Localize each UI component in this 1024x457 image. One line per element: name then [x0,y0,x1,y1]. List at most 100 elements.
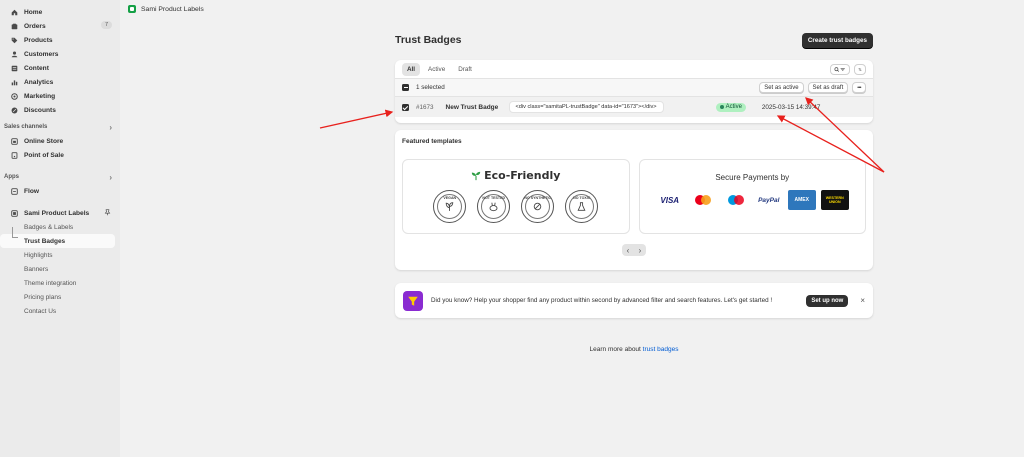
sub-badges-labels-label: Badges & Labels [24,223,74,231]
nav-products[interactable]: Products [0,33,120,47]
badges-list-card: All Active Draft 1 selected Set as activ… [395,60,873,123]
eco-title: Eco-Friendly [471,169,560,182]
pin-icon[interactable] [104,209,111,218]
nav-discounts[interactable]: Discounts [0,103,120,117]
apps-label: Apps [4,174,19,180]
status-label: Active [725,104,742,110]
nav-point-of-sale[interactable]: Point of Sale [0,148,120,162]
embed-code-chip[interactable]: <div class="samitaPL-trustBadge" data-id… [508,101,664,113]
nav-analytics[interactable]: Analytics [0,75,120,89]
western-union-icon: WESTERN UNION [820,190,849,210]
leaf-icon [446,202,454,211]
sales-channels-header[interactable]: Sales channels › [0,120,120,134]
search-filter-button[interactable] [830,63,850,75]
table-row[interactable]: #1673 New Trust Badge <div class="samita… [395,97,873,117]
sub-theme-integration[interactable]: Theme integration [0,276,120,290]
sub-banners[interactable]: Banners [0,262,120,276]
sub-contact-us[interactable]: Contact Us [0,304,120,318]
nav-marketing-label: Marketing [24,92,56,100]
orders-icon [10,22,18,30]
nav-sami-product-labels[interactable]: Sami Product Labels [0,206,120,220]
set-as-draft-button[interactable]: Set as draft [807,82,849,93]
molecule-icon [534,202,542,211]
template-carousel: Eco-Friendly VEGAN NOT TESTED NO SYNTHET… [402,159,866,234]
nav-flow[interactable]: Flow [0,184,120,198]
eco-badges: VEGAN NOT TESTED NO SYNTHETIC NO TOXIC [433,190,599,223]
nav-home-label: Home [24,8,43,16]
sub-banners-label: Banners [24,265,49,273]
set-up-now-button[interactable]: Set up now [806,294,849,307]
main-content: Trust Badges Create trust badges All Act… [395,30,873,353]
tab-all[interactable]: All [402,62,421,76]
list-tools [830,63,866,75]
tab-active[interactable]: Active [423,63,450,76]
nav-home[interactable]: Home [0,5,120,19]
template-secure-payments[interactable]: Secure Payments by VISA PayPal AMEX WEST… [638,159,866,234]
close-icon[interactable]: × [860,296,865,305]
amex-icon: AMEX [787,190,816,210]
sub-trust-badges[interactable]: Trust Badges [0,227,115,248]
paypal-icon: PayPal [758,196,780,204]
person-icon [10,50,18,58]
payment-logos: VISA PayPal AMEX WESTERN UNION [656,190,849,210]
featured-templates-card: Featured templates Eco-Friendly VEGAN NO… [395,130,873,270]
page-header: Trust Badges Create trust badges [395,30,873,50]
learn-more: Learn more about trust badges [395,346,873,353]
nav-analytics-label: Analytics [24,78,54,86]
row-checkbox[interactable] [402,103,409,111]
sort-button[interactable] [854,63,866,75]
nav-content[interactable]: Content [0,61,120,75]
nav-customers[interactable]: Customers [0,47,120,61]
nav-orders[interactable]: Orders 7 [0,19,120,33]
arrow-to-checkbox [319,109,394,129]
vegan-badge: VEGAN [433,190,467,223]
nav-app-name-label: Sami Product Labels [24,209,90,217]
app-icon [10,209,18,217]
chevron-right-icon: › [109,122,112,132]
vegan-badge-label: VEGAN [443,196,457,200]
nav-orders-label: Orders [24,22,46,30]
no-toxic-badge-label: NO TOXIC [573,196,591,200]
mastercard-icon [689,190,717,210]
chevron-right-icon: › [109,172,112,182]
more-actions-button[interactable]: ••• [852,82,866,93]
nav-marketing[interactable]: Marketing [0,89,120,103]
flask-icon [577,202,586,211]
sub-pricing-plans[interactable]: Pricing plans [0,290,120,304]
maestro-icon [722,190,750,210]
tip-text: Did you know? Help your shopper find any… [431,297,773,304]
flow-icon [10,187,18,195]
no-toxic-badge: NO TOXIC [565,190,599,223]
sub-badges-labels[interactable]: Badges & Labels [0,220,120,234]
trust-badges-link[interactable]: trust badges [643,346,679,353]
chevron-left-icon[interactable]: ‹ [622,244,634,256]
chevron-right-icon[interactable]: › [634,244,646,256]
no-synthetic-badge-label: NO SYNTHETIC [524,196,552,200]
app-topbar: Sami Product Labels [120,0,1024,18]
app-logo-icon [128,5,136,13]
orders-count-badge: 7 [100,21,112,29]
create-trust-badges-button[interactable]: Create trust badges [801,32,873,48]
nav-online-store[interactable]: Online Store [0,134,120,148]
apps-header[interactable]: Apps › [0,170,120,184]
funnel-icon [403,290,423,311]
sub-highlights[interactable]: Highlights [0,248,120,262]
tab-draft[interactable]: Draft [453,63,477,76]
analytics-icon [10,78,18,86]
nav-pos-label: Point of Sale [24,151,64,159]
store-icon [10,137,18,145]
nav-online-store-label: Online Store [24,137,64,145]
row-name[interactable]: New Trust Badge [446,104,509,111]
set-as-active-button[interactable]: Set as active [759,82,804,93]
search-filter-icon [834,66,845,72]
nav-discounts-label: Discounts [24,106,56,114]
rabbit-icon [489,202,498,212]
template-eco-friendly[interactable]: Eco-Friendly VEGAN NOT TESTED NO SYNTHET… [402,159,630,234]
nav-products-label: Products [24,36,53,44]
featured-templates-title: Featured templates [402,138,462,145]
status-badge: Active [715,102,746,112]
select-all-checkbox[interactable] [402,84,409,91]
app-title: Sami Product Labels [141,5,204,13]
sub-pricing-plans-label: Pricing plans [24,293,62,301]
tip-banner: Did you know? Help your shopper find any… [395,283,873,318]
